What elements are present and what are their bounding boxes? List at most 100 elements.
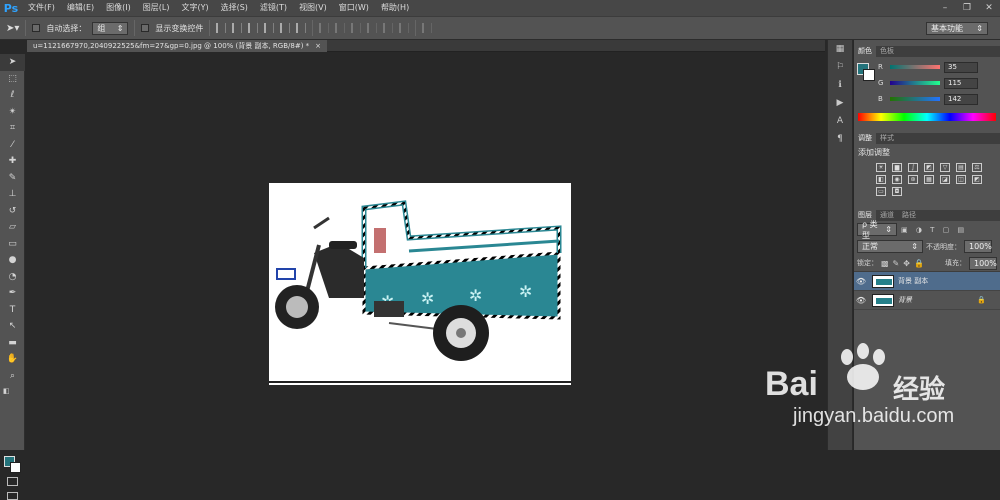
distribute-vcenter-icon[interactable] <box>335 23 346 33</box>
align-vcenter-icon[interactable] <box>280 23 291 33</box>
align-top-icon[interactable] <box>264 23 275 33</box>
layer-filter-dropdown[interactable]: ρ 类型 ⇕ <box>857 220 897 240</box>
visibility-eye-icon[interactable]: 👁 <box>854 277 868 286</box>
hue-saturation-icon[interactable]: ▤ <box>956 163 966 172</box>
align-bottom-icon[interactable] <box>296 23 307 33</box>
brush-tool-icon[interactable]: ✎ <box>0 170 25 187</box>
red-slider[interactable] <box>890 65 940 69</box>
red-value[interactable]: 35 <box>944 61 978 73</box>
blend-mode-dropdown[interactable]: 正常 ⇕ <box>857 240 923 253</box>
show-transform-checkbox[interactable] <box>141 24 150 32</box>
menu-help[interactable]: 帮助(H) <box>375 0 415 16</box>
menu-layer[interactable]: 图层(L) <box>137 0 176 16</box>
background-color-swatch[interactable] <box>10 462 21 473</box>
opacity-field[interactable]: 100% <box>964 240 992 253</box>
align-hcenter-icon[interactable] <box>232 23 243 33</box>
color-balance-icon[interactable]: ⚖ <box>972 163 982 172</box>
move-tool-preset-icon[interactable]: ➤▾ <box>6 23 19 34</box>
distribute-top-icon[interactable] <box>319 23 330 33</box>
actions-panel-icon[interactable]: ▶ <box>828 94 852 112</box>
auto-select-checkbox[interactable] <box>32 24 41 32</box>
hand-tool-icon[interactable]: ✋ <box>0 351 25 368</box>
threshold-icon[interactable]: ◩ <box>972 175 982 184</box>
lock-icons[interactable]: ▩✎✥🔒 <box>881 259 928 268</box>
align-right-icon[interactable] <box>248 23 259 33</box>
layer-name[interactable]: 背景 副本 <box>898 276 928 286</box>
close-window-button[interactable]: ✕ <box>978 0 1000 16</box>
path-selection-tool-icon[interactable]: ↖ <box>0 318 25 335</box>
close-tab-icon[interactable]: × <box>315 40 321 52</box>
document-canvas[interactable]: ✲ ✲ ✲ ✲ <box>269 183 571 385</box>
healing-brush-tool-icon[interactable]: ✚ <box>0 153 25 170</box>
menu-edit[interactable]: 编辑(E) <box>61 0 100 16</box>
selective-color-icon[interactable]: ◘ <box>892 187 902 196</box>
align-left-icon[interactable] <box>216 23 227 33</box>
panel-background-swatch[interactable] <box>863 69 875 81</box>
rectangle-tool-icon[interactable]: ▬ <box>0 335 25 352</box>
paragraph-panel-icon[interactable]: ¶ <box>828 130 852 148</box>
menu-file[interactable]: 文件(F) <box>22 0 61 16</box>
visibility-eye-icon[interactable]: 👁 <box>854 296 868 305</box>
clone-stamp-tool-icon[interactable]: ⊥ <box>0 186 25 203</box>
menu-image[interactable]: 图像(I) <box>100 0 137 16</box>
info-panel-icon[interactable]: ℹ <box>828 76 852 94</box>
menu-filter[interactable]: 滤镜(T) <box>254 0 293 16</box>
curves-icon[interactable]: ∫ <box>908 163 918 172</box>
invert-icon[interactable]: ◪ <box>940 175 950 184</box>
spectrum-ramp[interactable] <box>858 113 996 121</box>
document-tab[interactable]: u=1121667970,2040922525&fm=27&gp=0.jpg @… <box>27 40 328 52</box>
character-panel-icon[interactable]: A <box>828 112 852 130</box>
photo-filter-icon[interactable]: ◉ <box>892 175 902 184</box>
tab-channels[interactable]: 通道 <box>876 210 898 221</box>
menu-window[interactable]: 窗口(W) <box>333 0 375 16</box>
channel-mixer-icon[interactable]: ⊛ <box>908 175 918 184</box>
eyedropper-tool-icon[interactable]: ⁄ <box>0 137 25 154</box>
tab-swatches[interactable]: 色板 <box>876 46 898 57</box>
layer-name[interactable]: 背景 <box>898 295 912 305</box>
dodge-tool-icon[interactable]: ◔ <box>0 269 25 286</box>
gradient-map-icon[interactable]: ▭ <box>876 187 886 196</box>
layer-row[interactable]: 👁 背景 副本 <box>854 272 1000 291</box>
tab-styles[interactable]: 样式 <box>876 133 898 144</box>
gradient-tool-icon[interactable]: ▭ <box>0 236 25 253</box>
blue-slider[interactable] <box>890 97 940 101</box>
history-panel-icon[interactable]: ▦ <box>828 40 852 58</box>
workspace-dropdown[interactable]: 基本功能 ⇕ <box>926 22 988 35</box>
brightness-icon[interactable]: ☀ <box>876 163 886 172</box>
menu-type[interactable]: 文字(Y) <box>175 0 214 16</box>
restore-button[interactable]: ❐ <box>956 0 978 16</box>
menu-view[interactable]: 视图(V) <box>293 0 333 16</box>
minimize-button[interactable]: – <box>934 0 956 16</box>
layer-row[interactable]: 👁 背景 🔒 <box>854 291 1000 310</box>
black-white-icon[interactable]: ◧ <box>876 175 886 184</box>
quick-mask-icon[interactable] <box>7 477 18 486</box>
blue-value[interactable]: 142 <box>944 93 978 105</box>
properties-panel-icon[interactable]: ⚐ <box>828 58 852 76</box>
zoom-tool-icon[interactable]: ⌕ <box>0 368 25 385</box>
marquee-tool-icon[interactable]: ⬚ <box>0 71 25 88</box>
type-tool-icon[interactable]: T <box>0 302 25 319</box>
levels-icon[interactable]: ▆ <box>892 163 902 172</box>
color-lookup-icon[interactable]: ▦ <box>924 175 934 184</box>
distribute-right-icon[interactable] <box>399 23 410 33</box>
lasso-tool-icon[interactable]: ℓ <box>0 87 25 104</box>
auto-align-icon[interactable] <box>422 23 433 33</box>
move-tool-icon[interactable]: ➤ <box>0 54 25 71</box>
tab-paths[interactable]: 路径 <box>898 210 920 221</box>
green-slider[interactable] <box>890 81 940 85</box>
filter-icons[interactable]: ▣ ◑ T ▢ ▤ <box>901 226 967 234</box>
blur-tool-icon[interactable]: ● <box>0 252 25 269</box>
tab-adjustments[interactable]: 调整 <box>854 133 876 144</box>
posterize-icon[interactable]: ◫ <box>956 175 966 184</box>
green-value[interactable]: 115 <box>944 77 978 89</box>
vibrance-icon[interactable]: ▽ <box>940 163 950 172</box>
eraser-tool-icon[interactable]: ▱ <box>0 219 25 236</box>
crop-tool-icon[interactable]: ⌗ <box>0 120 25 137</box>
distribute-hcenter-icon[interactable] <box>383 23 394 33</box>
exposure-icon[interactable]: ◩ <box>924 163 934 172</box>
screen-mode-icon[interactable] <box>7 492 18 500</box>
fill-field[interactable]: 100% <box>969 256 997 270</box>
auto-select-dropdown[interactable]: 组 ⇕ <box>92 21 129 35</box>
swap-colors-icon[interactable]: ◧ <box>0 384 25 398</box>
magic-wand-tool-icon[interactable]: ✴ <box>0 104 25 121</box>
